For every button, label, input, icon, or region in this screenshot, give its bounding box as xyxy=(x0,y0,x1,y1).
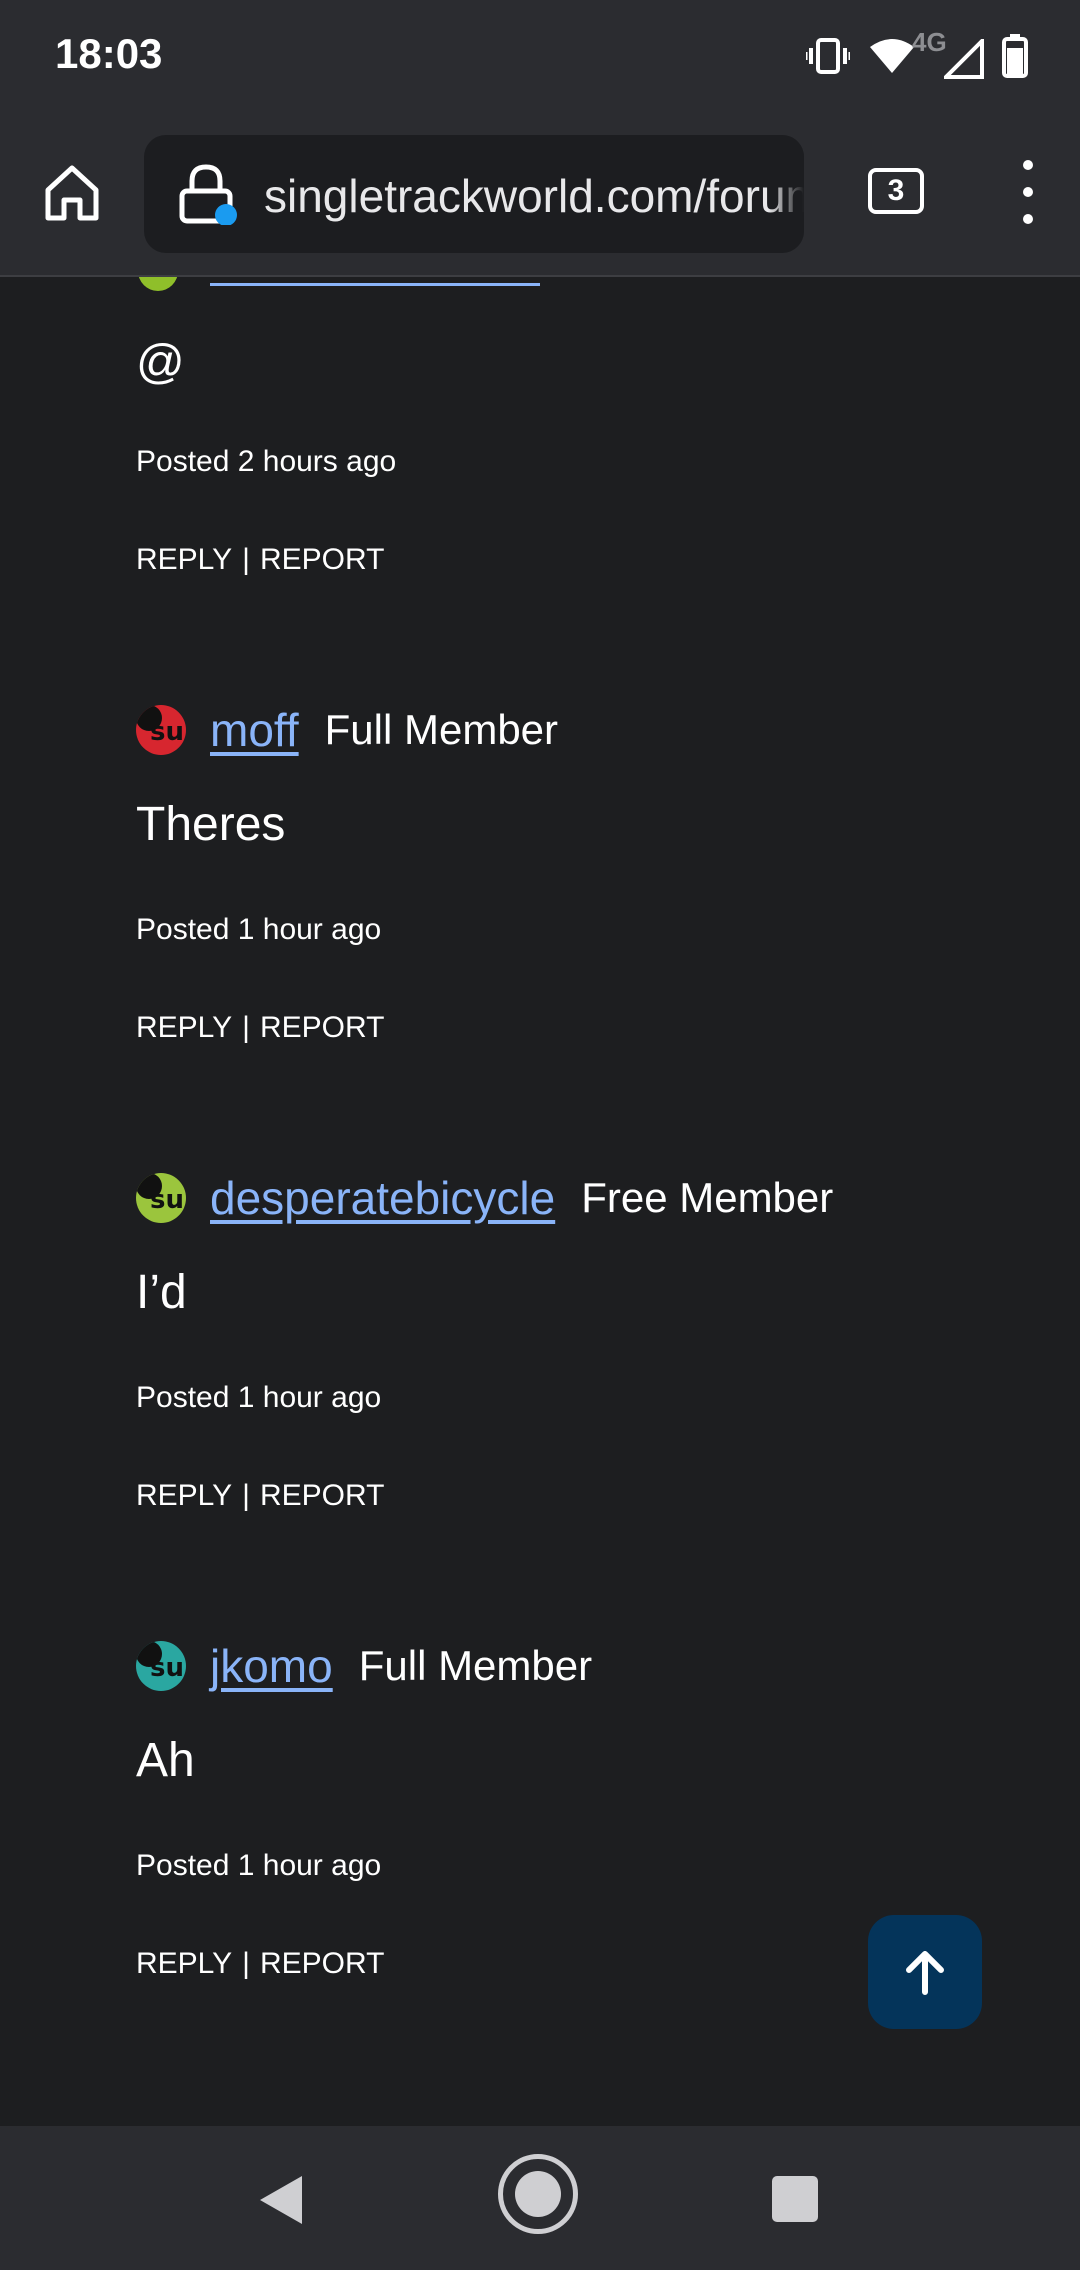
status-icons: 4G xyxy=(806,27,1028,82)
more-vert-icon[interactable] xyxy=(1010,160,1046,224)
report-link[interactable]: REPORT xyxy=(260,1947,384,1981)
post-text: @ xyxy=(136,336,185,389)
post-timestamp: Posted 1 hour ago xyxy=(136,1381,382,1414)
scroll-to-top-button[interactable] xyxy=(868,1915,982,2029)
post-timestamp: Posted 2 hours ago xyxy=(136,445,397,478)
forum-content: @ Posted 2 hours ago REPLY | REPORT su m… xyxy=(0,277,1080,2125)
network-label: 4G xyxy=(912,27,947,57)
reply-link[interactable]: REPLY xyxy=(136,1947,232,1981)
battery-icon xyxy=(1002,34,1028,78)
url-fade xyxy=(768,135,804,253)
post-actions: REPLY | REPORT xyxy=(136,1011,384,1045)
lock-icon[interactable] xyxy=(176,163,238,225)
avatar[interactable]: su xyxy=(136,1641,186,1691)
username-link[interactable]: jkomo xyxy=(210,1639,333,1693)
wifi-icon xyxy=(870,39,914,73)
username-underline[interactable] xyxy=(210,283,540,286)
tabs-button[interactable]: 3 xyxy=(868,168,924,214)
avatar xyxy=(138,277,178,291)
reply-link[interactable]: REPLY xyxy=(136,1011,232,1045)
member-type: Full Member xyxy=(358,1642,593,1689)
home-circle-icon[interactable] xyxy=(498,2154,578,2234)
username-link[interactable]: moff xyxy=(210,703,299,757)
recents-icon[interactable] xyxy=(772,2176,818,2222)
separator: | xyxy=(242,543,250,576)
avatar[interactable]: su xyxy=(136,1173,186,1223)
report-link[interactable]: REPORT xyxy=(260,1011,384,1045)
url-text[interactable]: singletrackworld.com/forum xyxy=(264,169,804,223)
username-link[interactable]: desperatebicycle xyxy=(210,1171,555,1225)
arrow-up-icon xyxy=(906,1951,944,1995)
reply-link[interactable]: REPLY xyxy=(136,543,232,577)
tab-count: 3 xyxy=(887,174,905,207)
reply-link[interactable]: REPLY xyxy=(136,1479,232,1513)
post-timestamp: Posted 1 hour ago xyxy=(136,1849,382,1882)
status-time: 18:03 xyxy=(55,30,163,77)
separator: | xyxy=(242,1479,250,1512)
member-type: Full Member xyxy=(324,706,559,753)
url-bar[interactable]: singletrackworld.com/forum xyxy=(144,135,804,253)
back-icon[interactable] xyxy=(258,2174,304,2226)
post-actions: REPLY | REPORT xyxy=(136,543,384,577)
post-actions: REPLY | REPORT xyxy=(136,1479,384,1513)
member-type: Free Member xyxy=(581,1174,834,1221)
post-header: su jkomo Full Member xyxy=(136,1636,592,1696)
avatar[interactable]: su xyxy=(136,705,186,755)
separator: | xyxy=(242,1947,250,1980)
post-actions: REPLY | REPORT xyxy=(136,1947,384,1981)
signal-icon: 4G xyxy=(912,27,984,79)
report-link[interactable]: REPORT xyxy=(260,1479,384,1513)
separator: | xyxy=(242,1011,250,1044)
home-button[interactable] xyxy=(38,158,106,226)
vibrate-icon xyxy=(806,38,850,74)
status-bar: 18:03 4G xyxy=(0,0,1080,120)
navigation-bar xyxy=(0,2126,1080,2270)
post-text: Ah xyxy=(136,1734,195,1787)
post-timestamp: Posted 1 hour ago xyxy=(136,913,382,946)
home-icon xyxy=(45,165,99,221)
post-text: Theres xyxy=(136,798,286,851)
post-header: su desperatebicycle Free Member xyxy=(136,1168,833,1228)
report-link[interactable]: REPORT xyxy=(260,543,384,577)
browser-toolbar: singletrackworld.com/forum 3 xyxy=(0,120,1080,277)
post-text: I’d xyxy=(136,1266,187,1319)
post-header: su moff Full Member xyxy=(136,700,558,760)
